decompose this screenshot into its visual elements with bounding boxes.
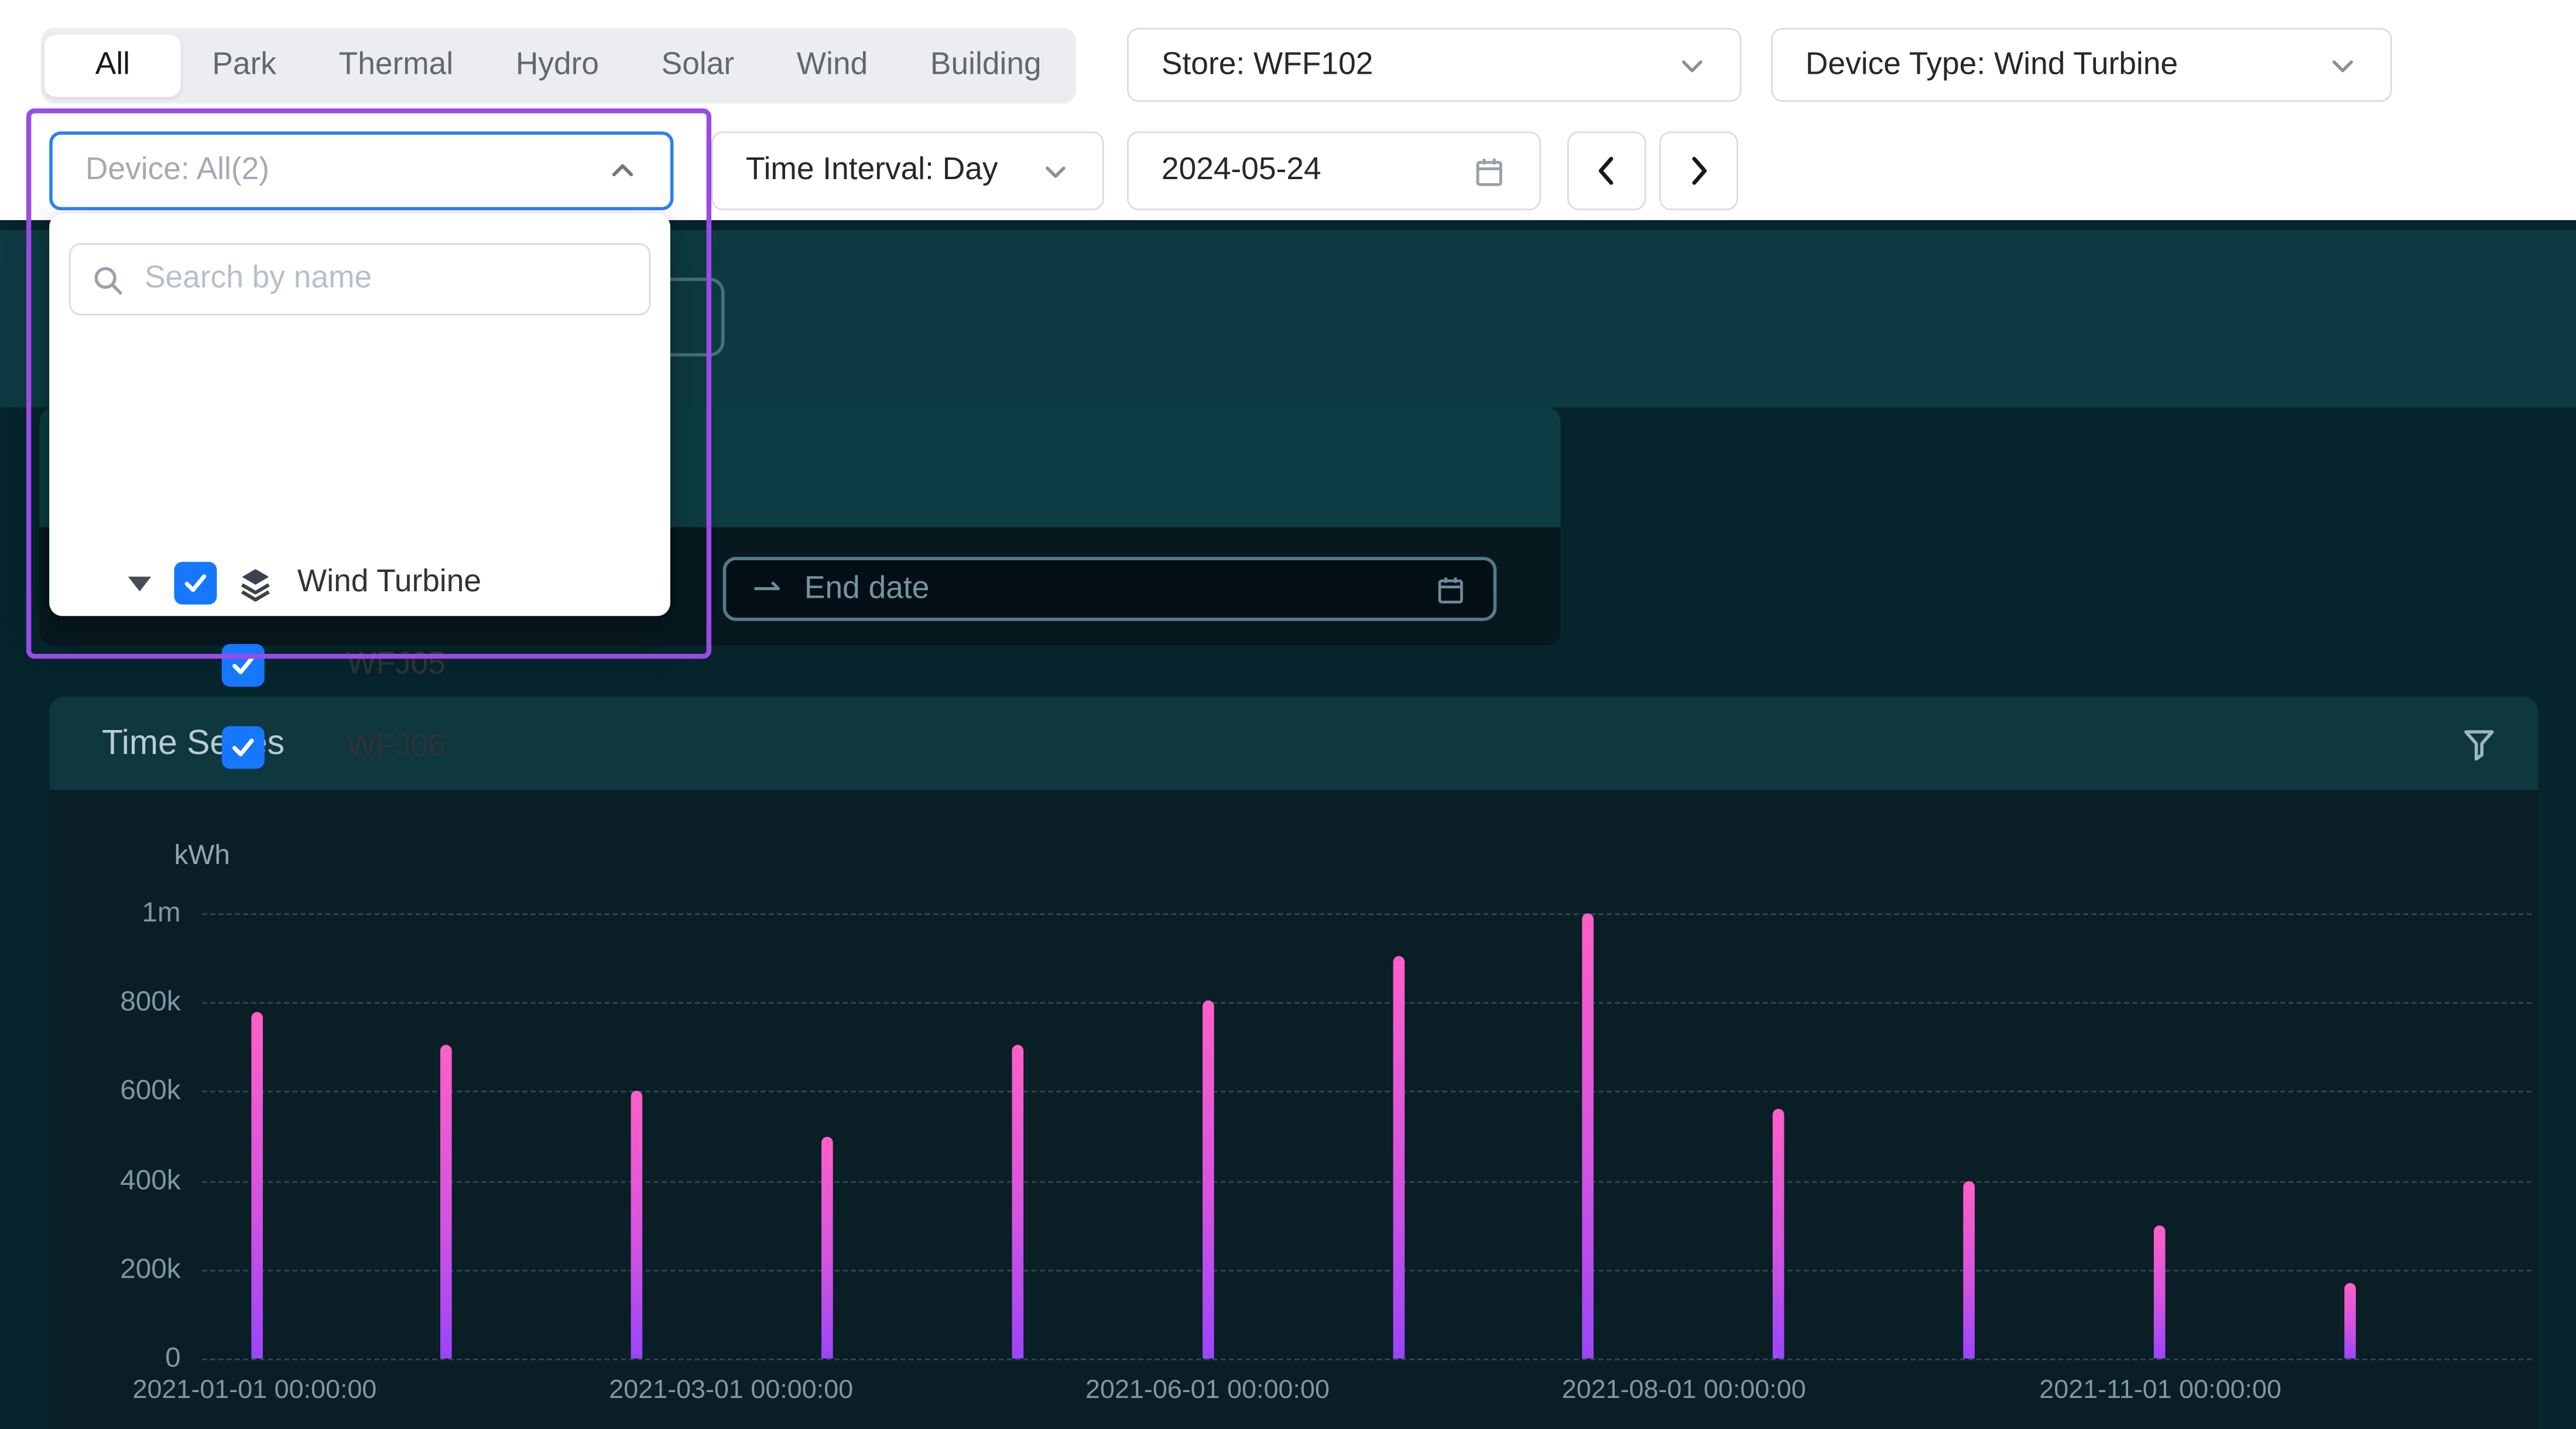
device-select[interactable]: Device: All(2): [49, 131, 674, 211]
date-picker-value: 2024-05-24: [1161, 152, 1321, 187]
time-interval-select-label: Time Interval: Day: [745, 152, 998, 187]
chevron-left-icon: [1589, 153, 1625, 189]
tab-wind[interactable]: Wind: [765, 31, 899, 100]
gridline: [202, 1269, 2532, 1272]
tab-thermal[interactable]: Thermal: [307, 31, 484, 100]
bar-2021-07-01[interactable]: [1392, 955, 1405, 1359]
bar-2021-06-01[interactable]: [1202, 1000, 1214, 1359]
tree-item-wfj05[interactable]: WFJ05: [221, 643, 446, 687]
tree-item-wfj06[interactable]: WFJ06: [221, 726, 446, 769]
tree-item-label: WFJ06: [347, 729, 446, 764]
store-select[interactable]: Store: WFF102: [1126, 28, 1742, 102]
chevron-down-icon: [1042, 157, 1070, 185]
bar-2021-03-01[interactable]: [631, 1091, 643, 1359]
next-date-button[interactable]: [1659, 131, 1738, 211]
chevron-right-icon: [1681, 153, 1717, 189]
layers-icon: [237, 564, 275, 602]
date-picker-input[interactable]: 2024-05-24: [1126, 131, 1542, 211]
gridline: [202, 1358, 2532, 1361]
bar-2021-12-01[interactable]: [2344, 1283, 2356, 1359]
checkbox-checked[interactable]: [174, 561, 217, 605]
tab-building[interactable]: Building: [899, 31, 1073, 100]
checkbox-checked[interactable]: [221, 643, 265, 687]
chevron-down-icon: [2328, 50, 2358, 80]
end-date-input[interactable]: ⇀ End date: [722, 557, 1497, 621]
device-select-label: Device: All(2): [85, 152, 269, 187]
y-axis-tick-label: 400k: [120, 1164, 181, 1195]
store-select-label: Store: WFF102: [1161, 46, 1373, 81]
prev-date-button[interactable]: [1567, 131, 1646, 211]
y-axis-tick-label: 600k: [120, 1075, 181, 1106]
bar-2021-02-01[interactable]: [441, 1044, 453, 1359]
tab-solar[interactable]: Solar: [630, 31, 765, 100]
time-series-panel: Time Series kWh 1m 800k 600k 400k 200k 0 2021-0…: [49, 696, 2539, 1429]
search-icon: [90, 262, 125, 297]
caret-down-icon[interactable]: [128, 575, 152, 591]
gridline: [202, 1091, 2532, 1094]
checkbox-checked[interactable]: [221, 726, 265, 769]
end-date-placeholder: End date: [804, 571, 930, 606]
x-axis-tick-label: 2021-08-01 00:00:00: [1561, 1376, 1806, 1405]
gridline: [202, 1002, 2532, 1005]
bar-2021-01-01[interactable]: [250, 1011, 262, 1359]
range-arrow-icon: ⇀: [752, 570, 782, 608]
tab-park[interactable]: Park: [181, 31, 307, 100]
device-type-select-label: Device Type: Wind Turbine: [1805, 46, 2178, 81]
tree-item-label: Wind Turbine: [297, 565, 482, 600]
time-interval-select[interactable]: Time Interval: Day: [711, 131, 1104, 211]
chevron-down-icon: [1677, 50, 1707, 80]
device-search-box: [68, 243, 651, 316]
bar-2021-11-01[interactable]: [2153, 1225, 2166, 1359]
device-dropdown-popup: Wind Turbine WFJ05 WFJ06: [49, 213, 670, 769]
x-axis-tick-label: 2021-03-01 00:00:00: [609, 1376, 854, 1405]
chart-area: kWh 1m 800k 600k 400k 200k 0 2021-01-01 00:00:0…: [49, 790, 2539, 1429]
bar-2021-10-01[interactable]: [1963, 1180, 1975, 1359]
y-axis-tick-label: 1m: [142, 897, 181, 928]
y-axis-unit: kWh: [174, 839, 230, 871]
bar-2021-04-01[interactable]: [821, 1136, 833, 1359]
gridline: [202, 913, 2532, 916]
device-type-select[interactable]: Device Type: Wind Turbine: [1770, 28, 2392, 102]
y-axis-tick-label: 800k: [120, 986, 181, 1017]
x-axis-tick-label: 2021-11-01 00:00:00: [2039, 1376, 2282, 1405]
tree-item-wind-turbine[interactable]: Wind Turbine: [128, 561, 482, 605]
tab-hydro[interactable]: Hydro: [484, 31, 630, 100]
y-axis-tick-label: 0: [165, 1342, 181, 1373]
calendar-icon: [1434, 573, 1467, 605]
gridline: [202, 1180, 2532, 1183]
calendar-icon: [1472, 153, 1506, 188]
bar-2021-08-01[interactable]: [1582, 913, 1595, 1359]
filter-icon[interactable]: [2459, 724, 2499, 763]
app-root: All Park Thermal Hydro Solar Wind Building Sto…: [0, 0, 2576, 1429]
filter-header: All Park Thermal Hydro Solar Wind Building Sto…: [0, 0, 2576, 221]
bar-2021-05-01[interactable]: [1012, 1044, 1023, 1359]
category-tabs: All Park Thermal Hydro Solar Wind Building: [41, 28, 1076, 104]
tab-all[interactable]: All: [44, 34, 181, 97]
chevron-up-icon: [608, 156, 638, 186]
bar-2021-09-01[interactable]: [1773, 1109, 1785, 1359]
x-axis-tick-label: 2021-06-01 00:00:00: [1085, 1376, 1330, 1405]
device-search-input[interactable]: [141, 259, 629, 299]
y-axis-tick-label: 200k: [120, 1253, 181, 1284]
x-axis-tick-label: 2021-01-01 00:00:00: [132, 1376, 377, 1405]
tree-item-label: WFJ05: [347, 647, 446, 682]
